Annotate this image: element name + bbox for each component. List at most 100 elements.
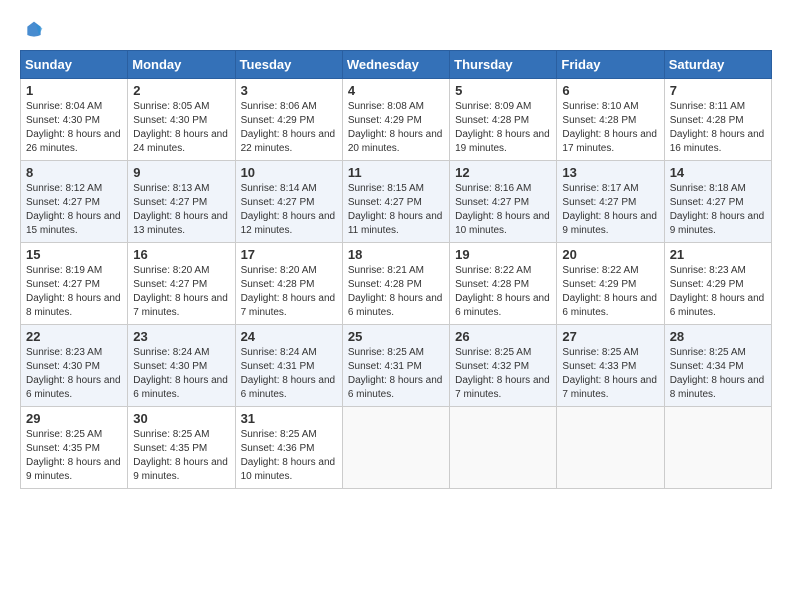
col-header-monday: Monday (128, 51, 235, 79)
sunset-label: Sunset: 4:28 PM (670, 115, 744, 126)
daylight-label: Daylight: 8 hours and 6 minutes. (26, 375, 121, 400)
daylight-label: Daylight: 8 hours and 7 minutes. (133, 293, 228, 318)
sunrise-label: Sunrise: 8:25 AM (26, 429, 102, 440)
daylight-label: Daylight: 8 hours and 10 minutes. (241, 457, 336, 482)
sunrise-label: Sunrise: 8:10 AM (562, 101, 638, 112)
day-number: 8 (26, 165, 122, 180)
daylight-label: Daylight: 8 hours and 6 minutes. (348, 375, 443, 400)
col-header-sunday: Sunday (21, 51, 128, 79)
sunset-label: Sunset: 4:27 PM (133, 197, 207, 208)
day-info: Sunrise: 8:08 AM Sunset: 4:29 PM Dayligh… (348, 100, 444, 156)
daylight-label: Daylight: 8 hours and 6 minutes. (133, 375, 228, 400)
day-number: 10 (241, 165, 337, 180)
day-info: Sunrise: 8:25 AM Sunset: 4:33 PM Dayligh… (562, 346, 658, 402)
calendar-cell (557, 407, 664, 489)
calendar-cell: 10 Sunrise: 8:14 AM Sunset: 4:27 PM Dayl… (235, 161, 342, 243)
day-number: 6 (562, 83, 658, 98)
sunset-label: Sunset: 4:29 PM (562, 279, 636, 290)
sunset-label: Sunset: 4:30 PM (133, 115, 207, 126)
calendar-cell: 11 Sunrise: 8:15 AM Sunset: 4:27 PM Dayl… (342, 161, 449, 243)
day-number: 28 (670, 329, 766, 344)
logo-icon (24, 20, 44, 40)
sunset-label: Sunset: 4:27 PM (455, 197, 529, 208)
calendar-cell: 26 Sunrise: 8:25 AM Sunset: 4:32 PM Dayl… (450, 325, 557, 407)
sunrise-label: Sunrise: 8:11 AM (670, 101, 745, 112)
sunset-label: Sunset: 4:27 PM (670, 197, 744, 208)
sunset-label: Sunset: 4:31 PM (348, 361, 422, 372)
day-info: Sunrise: 8:23 AM Sunset: 4:30 PM Dayligh… (26, 346, 122, 402)
daylight-label: Daylight: 8 hours and 9 minutes. (26, 457, 121, 482)
day-info: Sunrise: 8:24 AM Sunset: 4:30 PM Dayligh… (133, 346, 229, 402)
day-number: 15 (26, 247, 122, 262)
sunrise-label: Sunrise: 8:25 AM (455, 347, 531, 358)
day-number: 7 (670, 83, 766, 98)
calendar-header-row: SundayMondayTuesdayWednesdayThursdayFrid… (21, 51, 772, 79)
day-info: Sunrise: 8:06 AM Sunset: 4:29 PM Dayligh… (241, 100, 337, 156)
day-number: 29 (26, 411, 122, 426)
calendar-cell: 27 Sunrise: 8:25 AM Sunset: 4:33 PM Dayl… (557, 325, 664, 407)
sunset-label: Sunset: 4:27 PM (133, 279, 207, 290)
day-info: Sunrise: 8:09 AM Sunset: 4:28 PM Dayligh… (455, 100, 551, 156)
daylight-label: Daylight: 8 hours and 11 minutes. (348, 211, 443, 236)
calendar-cell: 31 Sunrise: 8:25 AM Sunset: 4:36 PM Dayl… (235, 407, 342, 489)
day-info: Sunrise: 8:12 AM Sunset: 4:27 PM Dayligh… (26, 182, 122, 238)
sunrise-label: Sunrise: 8:20 AM (241, 265, 317, 276)
sunset-label: Sunset: 4:27 PM (241, 197, 315, 208)
daylight-label: Daylight: 8 hours and 6 minutes. (348, 293, 443, 318)
day-number: 21 (670, 247, 766, 262)
sunset-label: Sunset: 4:28 PM (348, 279, 422, 290)
daylight-label: Daylight: 8 hours and 26 minutes. (26, 129, 121, 154)
sunrise-label: Sunrise: 8:22 AM (562, 265, 638, 276)
day-info: Sunrise: 8:22 AM Sunset: 4:28 PM Dayligh… (455, 264, 551, 320)
calendar-week-5: 29 Sunrise: 8:25 AM Sunset: 4:35 PM Dayl… (21, 407, 772, 489)
day-number: 24 (241, 329, 337, 344)
calendar-cell: 6 Sunrise: 8:10 AM Sunset: 4:28 PM Dayli… (557, 79, 664, 161)
sunset-label: Sunset: 4:30 PM (26, 361, 100, 372)
calendar-cell: 29 Sunrise: 8:25 AM Sunset: 4:35 PM Dayl… (21, 407, 128, 489)
calendar-cell: 4 Sunrise: 8:08 AM Sunset: 4:29 PM Dayli… (342, 79, 449, 161)
calendar-table: SundayMondayTuesdayWednesdayThursdayFrid… (20, 50, 772, 489)
sunrise-label: Sunrise: 8:04 AM (26, 101, 102, 112)
sunrise-label: Sunrise: 8:25 AM (562, 347, 638, 358)
daylight-label: Daylight: 8 hours and 8 minutes. (26, 293, 121, 318)
sunrise-label: Sunrise: 8:20 AM (133, 265, 209, 276)
calendar-cell: 22 Sunrise: 8:23 AM Sunset: 4:30 PM Dayl… (21, 325, 128, 407)
sunrise-label: Sunrise: 8:13 AM (133, 183, 209, 194)
col-header-friday: Friday (557, 51, 664, 79)
daylight-label: Daylight: 8 hours and 6 minutes. (455, 293, 550, 318)
day-number: 20 (562, 247, 658, 262)
day-info: Sunrise: 8:25 AM Sunset: 4:34 PM Dayligh… (670, 346, 766, 402)
calendar-week-2: 8 Sunrise: 8:12 AM Sunset: 4:27 PM Dayli… (21, 161, 772, 243)
day-info: Sunrise: 8:20 AM Sunset: 4:28 PM Dayligh… (241, 264, 337, 320)
day-number: 18 (348, 247, 444, 262)
sunset-label: Sunset: 4:29 PM (348, 115, 422, 126)
sunrise-label: Sunrise: 8:24 AM (133, 347, 209, 358)
col-header-thursday: Thursday (450, 51, 557, 79)
daylight-label: Daylight: 8 hours and 10 minutes. (455, 211, 550, 236)
day-number: 5 (455, 83, 551, 98)
calendar-cell: 5 Sunrise: 8:09 AM Sunset: 4:28 PM Dayli… (450, 79, 557, 161)
col-header-tuesday: Tuesday (235, 51, 342, 79)
sunrise-label: Sunrise: 8:09 AM (455, 101, 531, 112)
calendar-cell: 8 Sunrise: 8:12 AM Sunset: 4:27 PM Dayli… (21, 161, 128, 243)
day-info: Sunrise: 8:21 AM Sunset: 4:28 PM Dayligh… (348, 264, 444, 320)
sunrise-label: Sunrise: 8:22 AM (455, 265, 531, 276)
sunset-label: Sunset: 4:28 PM (241, 279, 315, 290)
day-number: 13 (562, 165, 658, 180)
daylight-label: Daylight: 8 hours and 24 minutes. (133, 129, 228, 154)
col-header-wednesday: Wednesday (342, 51, 449, 79)
day-number: 25 (348, 329, 444, 344)
sunset-label: Sunset: 4:36 PM (241, 443, 315, 454)
sunrise-label: Sunrise: 8:25 AM (348, 347, 424, 358)
daylight-label: Daylight: 8 hours and 6 minutes. (670, 293, 765, 318)
calendar-cell: 15 Sunrise: 8:19 AM Sunset: 4:27 PM Dayl… (21, 243, 128, 325)
day-info: Sunrise: 8:04 AM Sunset: 4:30 PM Dayligh… (26, 100, 122, 156)
sunset-label: Sunset: 4:28 PM (455, 279, 529, 290)
day-number: 19 (455, 247, 551, 262)
day-number: 31 (241, 411, 337, 426)
sunrise-label: Sunrise: 8:17 AM (562, 183, 638, 194)
sunrise-label: Sunrise: 8:16 AM (455, 183, 531, 194)
daylight-label: Daylight: 8 hours and 20 minutes. (348, 129, 443, 154)
daylight-label: Daylight: 8 hours and 9 minutes. (562, 211, 657, 236)
calendar-cell: 23 Sunrise: 8:24 AM Sunset: 4:30 PM Dayl… (128, 325, 235, 407)
